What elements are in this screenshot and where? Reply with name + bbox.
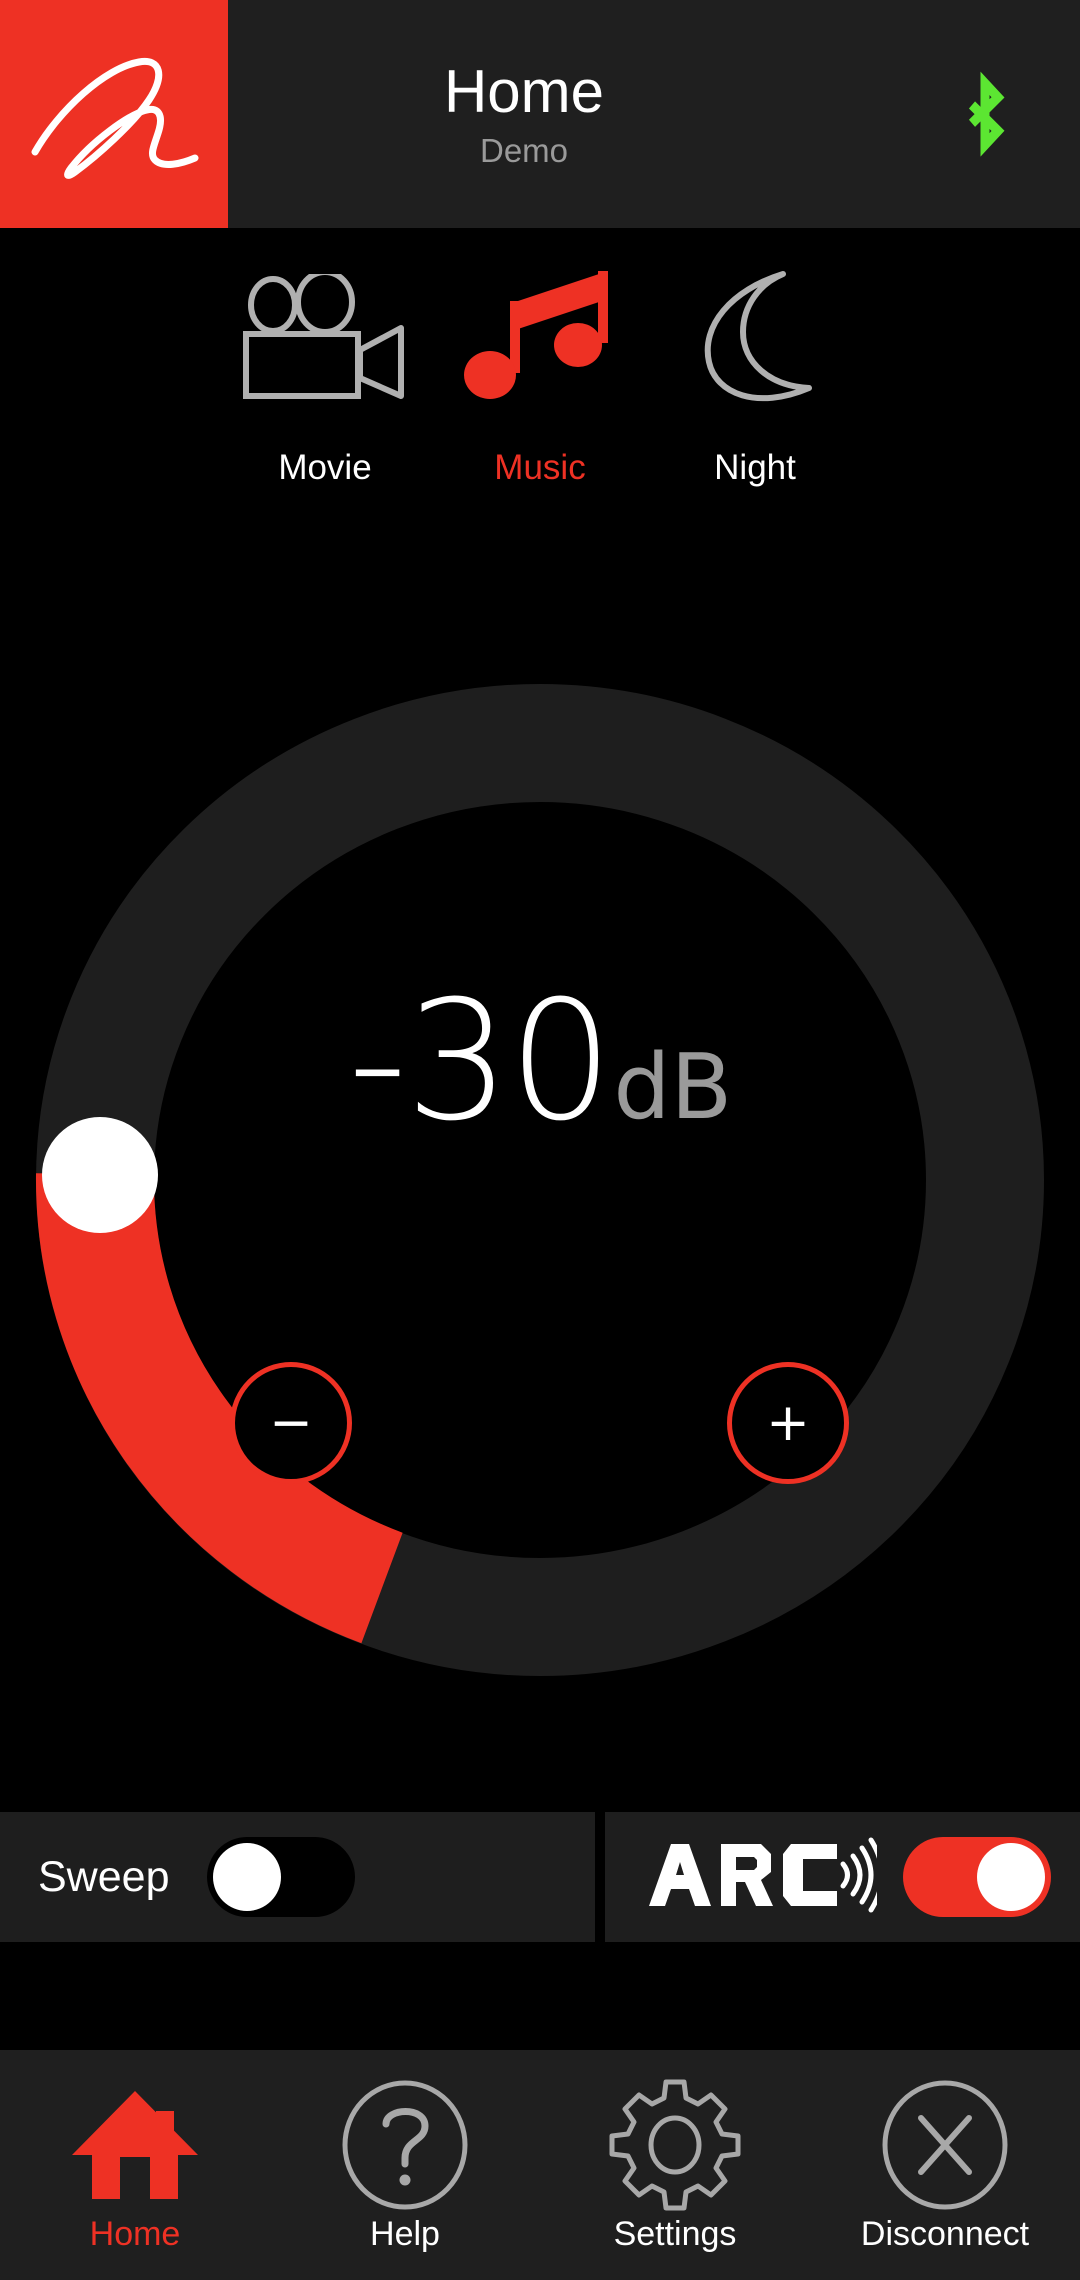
mode-label-night: Night — [714, 448, 796, 487]
page-subtitle: Demo — [479, 131, 569, 169]
mode-item-music[interactable]: Music — [433, 250, 648, 485]
close-circle-icon — [881, 2080, 1009, 2210]
app-screen: Home Demo Movie Music Night -30dB − + Sw… — [0, 0, 1080, 2280]
volume-readout: -30dB — [0, 965, 1080, 1157]
minus-icon: − — [269, 1393, 313, 1453]
mode-selector: Movie Music Night — [0, 250, 1080, 550]
sweep-panel: Sweep — [0, 1812, 595, 1942]
nav-label-settings: Settings — [613, 2215, 737, 2253]
sweep-label: Sweep — [38, 1852, 170, 1901]
arc-toggle-knob — [977, 1843, 1045, 1911]
nav-item-home[interactable]: Home — [0, 2085, 270, 2251]
house-icon — [72, 2085, 198, 2205]
volume-decrease-button[interactable]: − — [230, 1362, 352, 1484]
volume-value: -30 — [347, 965, 613, 1157]
sweep-toggle-knob — [213, 1843, 282, 1911]
nav-label-home: Home — [89, 2215, 181, 2253]
bluetooth-icon — [954, 66, 1016, 163]
nav-item-help[interactable]: Help — [270, 2080, 540, 2253]
volume-dial[interactable]: -30dB — [0, 660, 1080, 1676]
mode-item-movie[interactable]: Movie — [218, 250, 433, 485]
nav-label-help: Help — [370, 2215, 440, 2253]
question-circle-icon — [341, 2080, 469, 2210]
music-note-icon — [460, 250, 620, 425]
volume-unit: dB — [613, 1035, 733, 1140]
plus-icon: + — [766, 1393, 810, 1453]
header-title-block: Home Demo — [158, 0, 890, 228]
movie-camera-icon — [239, 250, 411, 425]
sweep-toggle[interactable] — [207, 1837, 356, 1917]
mode-label-music: Music — [494, 448, 586, 487]
volume-increase-button[interactable]: + — [727, 1362, 849, 1484]
dial-fill — [35, 1173, 404, 1644]
arc-panel — [605, 1812, 1080, 1942]
nav-item-settings[interactable]: Settings — [540, 2079, 810, 2253]
nav-label-disconnect: Disconnect — [860, 2215, 1030, 2253]
toggle-row: Sweep — [0, 1812, 1080, 1942]
moon-icon — [691, 250, 819, 425]
nav-item-disconnect[interactable]: Disconnect — [810, 2080, 1080, 2253]
arc-toggle[interactable] — [903, 1837, 1051, 1917]
arc-waves-logo — [645, 1836, 885, 1919]
gear-icon — [608, 2079, 742, 2211]
bluetooth-status[interactable] — [890, 0, 1080, 228]
bottom-navigation: Home Help Settings Disconnect — [0, 2050, 1080, 2280]
mode-item-night[interactable]: Night — [648, 250, 863, 485]
volume-dial-ring[interactable] — [30, 680, 1050, 1680]
mode-label-movie: Movie — [278, 448, 372, 487]
page-title: Home — [443, 57, 605, 125]
app-header: Home Demo — [0, 0, 1080, 228]
